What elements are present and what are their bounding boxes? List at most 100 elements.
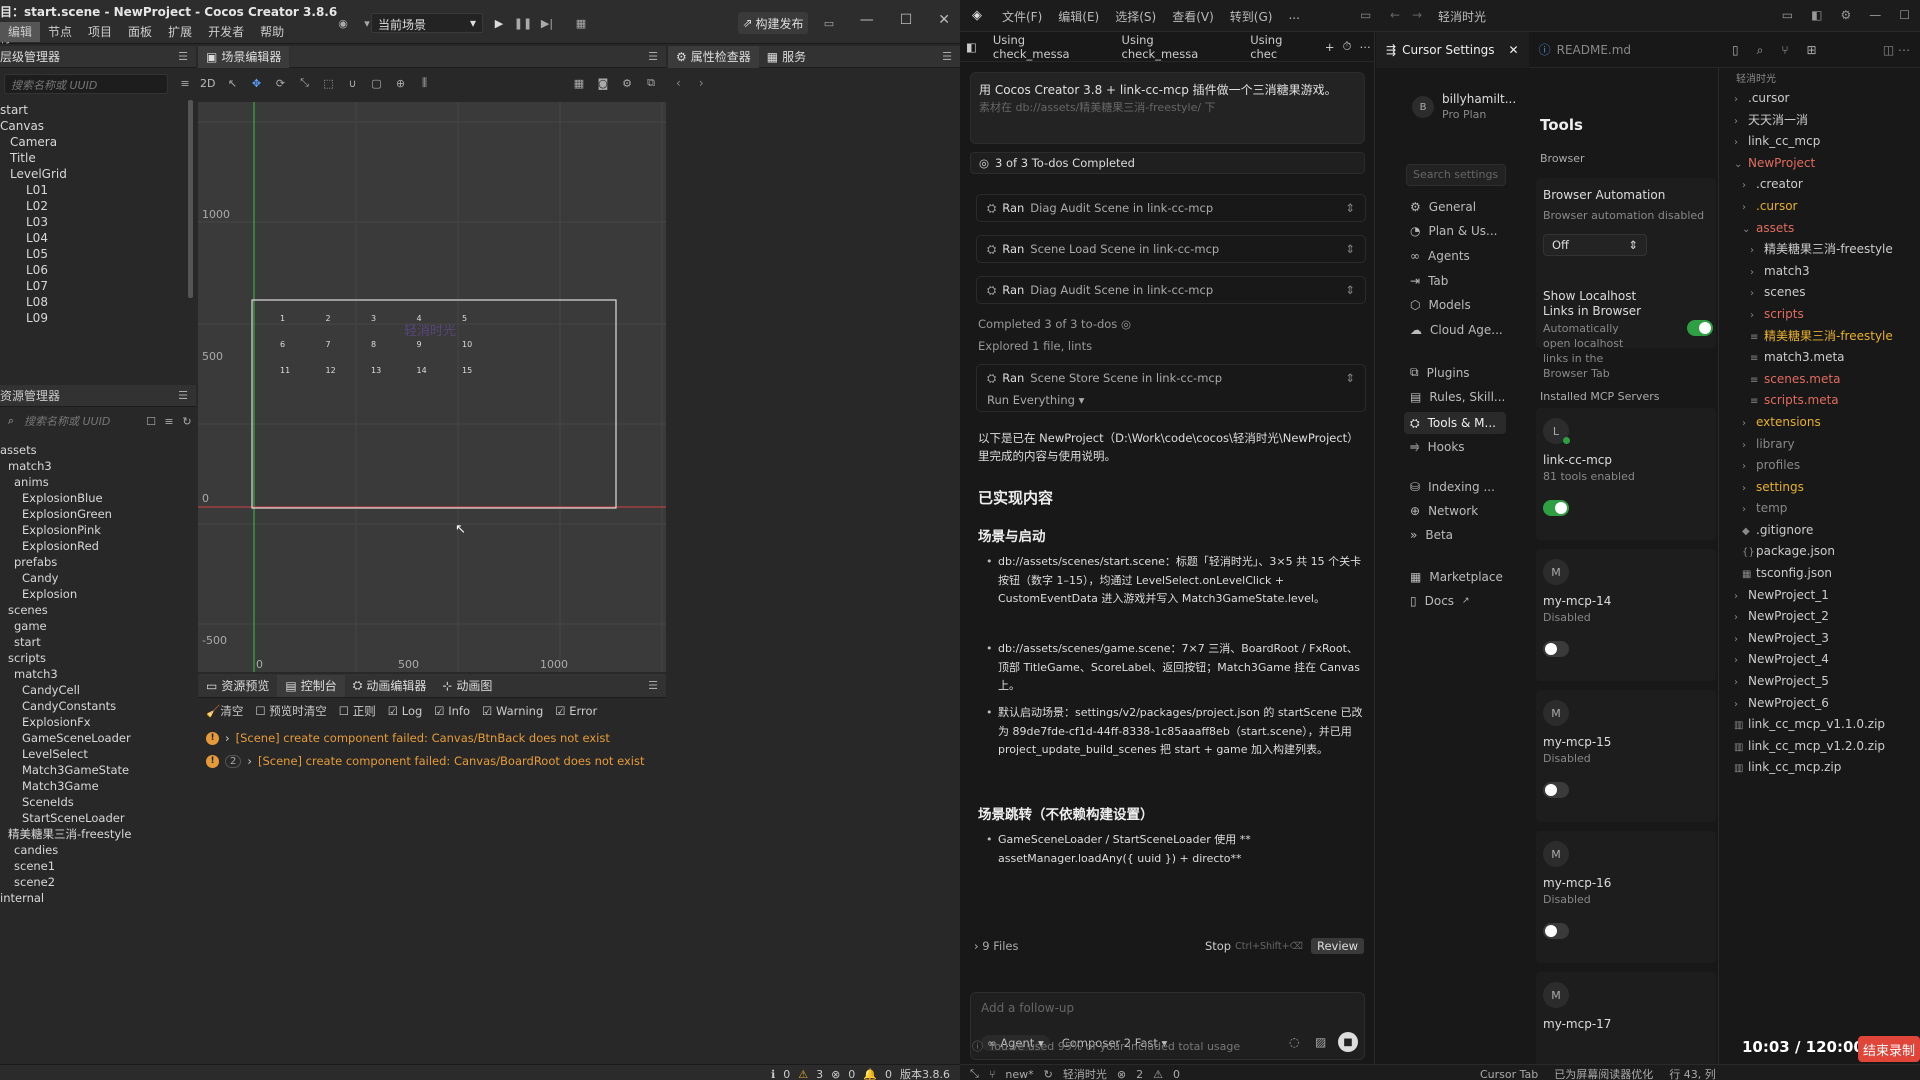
- level-button-label[interactable]: 10: [462, 340, 472, 349]
- tree-item[interactable]: assets: [0, 442, 131, 458]
- message-count[interactable]: 0: [885, 1068, 892, 1080]
- grid-icon[interactable]: ▦: [574, 16, 588, 30]
- tab-console[interactable]: ▤ 控制台: [277, 674, 345, 697]
- back-icon[interactable]: ‹: [676, 76, 681, 90]
- layout-icon[interactable]: ▭: [1782, 8, 1793, 22]
- tab-scene-editor[interactable]: ▣ 场景编辑器: [198, 45, 290, 68]
- folder-item[interactable]: › 精美糖果三消-freestyle: [1734, 239, 1920, 261]
- run-everything-dropdown[interactable]: Run Everything ▾: [987, 393, 1084, 407]
- align-icon[interactable]: ⫼: [417, 76, 431, 90]
- rotate-icon[interactable]: ⟳: [273, 76, 287, 90]
- folder-item[interactable]: › match3: [1734, 261, 1920, 283]
- folder-item[interactable]: › NewProject_1: [1734, 585, 1920, 607]
- error-checkbox[interactable]: ☑ Error: [555, 704, 597, 718]
- history-icon[interactable]: ⏱: [1339, 39, 1356, 54]
- tree-item[interactable]: scenes: [0, 602, 131, 618]
- screen-reader-mode[interactable]: 已为屏幕阅读器优化: [1554, 1066, 1653, 1080]
- tree-item[interactable]: ExplosionBlue: [0, 490, 131, 506]
- tool-call-row[interactable]: ⛭ Ran Scene Load Scene in link-cc-mcp ⇕: [976, 235, 1366, 263]
- tree-item[interactable]: prefabs: [0, 554, 131, 570]
- stop-button[interactable]: Stop: [1205, 939, 1231, 953]
- tree-item[interactable]: L09: [0, 310, 67, 326]
- stop-icon[interactable]: ■: [1338, 1032, 1358, 1052]
- console-log-line[interactable]: ! › [Scene] create component failed: Can…: [206, 729, 610, 747]
- tab-inspector[interactable]: ⚙ 属性检查器: [668, 45, 759, 68]
- chat-panel-icon[interactable]: ◧: [960, 40, 983, 54]
- close-icon[interactable]: ✕: [938, 12, 950, 28]
- tree-item[interactable]: anims: [0, 474, 131, 490]
- tab-readme[interactable]: ⓘ README.md: [1529, 41, 1641, 58]
- tree-item[interactable]: CandyCell: [0, 682, 131, 698]
- level-button-label[interactable]: 7: [326, 340, 331, 349]
- nav-beta[interactable]: » Beta: [1410, 528, 1453, 542]
- project-name[interactable]: 轻消时光: [1063, 1066, 1107, 1080]
- menu-icon[interactable]: ☰: [176, 389, 190, 403]
- menu-project[interactable]: 项目: [80, 22, 120, 42]
- file-item[interactable]: ≡ match3.meta: [1734, 347, 1920, 369]
- info-count[interactable]: 0: [783, 1068, 790, 1080]
- tree-item[interactable]: scene1: [0, 858, 131, 874]
- folder-item[interactable]: › settings: [1734, 477, 1920, 499]
- tree-item[interactable]: 精美糖果三消-freestyle: [0, 826, 131, 842]
- level-button-label[interactable]: 13: [371, 366, 381, 375]
- tree-item[interactable]: match3: [0, 458, 131, 474]
- folder-item[interactable]: › library: [1734, 434, 1920, 456]
- tool-call-row[interactable]: ⛭ Ran Scene Store Scene in link-cc-mcp ⇕ Ru…: [976, 364, 1366, 412]
- file-item[interactable]: ≡ scripts.meta: [1734, 390, 1920, 412]
- level-button-label[interactable]: 5: [462, 314, 467, 323]
- source-control-icon[interactable]: ⑂: [1781, 43, 1788, 57]
- play-icon[interactable]: ▶: [492, 16, 506, 30]
- nav-marketplace[interactable]: ▦ Marketplace: [1410, 570, 1503, 584]
- grid-toggle-icon[interactable]: ▦: [572, 76, 586, 90]
- warning-checkbox[interactable]: ☑ Warning: [482, 704, 543, 718]
- tree-item[interactable]: LevelSelect: [0, 746, 131, 762]
- folder-item[interactable]: › .creator: [1734, 174, 1920, 196]
- pivot-icon[interactable]: ⊕: [393, 76, 407, 90]
- scene-viewport[interactable]: 1000 500 0 -500 0 500 1000 轻消时光 12345678…: [198, 102, 666, 672]
- build-button[interactable]: ⇗ 构建发布: [738, 12, 808, 34]
- folder-item[interactable]: › NewProject_4: [1734, 649, 1920, 671]
- cursor-tab-status[interactable]: Cursor Tab: [1480, 1068, 1538, 1080]
- error-count[interactable]: 0: [848, 1068, 855, 1080]
- checkbox-icon[interactable]: ☐: [144, 414, 158, 428]
- folder-item[interactable]: ⌄ NewProject: [1734, 153, 1920, 175]
- menu-icon[interactable]: ☰: [940, 50, 954, 64]
- plus-icon[interactable]: +: [1321, 40, 1339, 54]
- chat-tab[interactable]: Using check_messa: [983, 33, 1112, 61]
- menu-view[interactable]: 查看(V): [1172, 8, 1214, 25]
- scene-title-label[interactable]: 轻消时光: [404, 320, 456, 339]
- files-icon[interactable]: ▯: [1732, 43, 1739, 57]
- level-button-label[interactable]: 6: [280, 340, 285, 349]
- folder-item[interactable]: › temp: [1734, 498, 1920, 520]
- file-item[interactable]: ▥ link_cc_mcp.zip: [1734, 757, 1920, 779]
- folder-item[interactable]: ⌄ assets: [1734, 218, 1920, 240]
- move-icon[interactable]: ✥: [249, 76, 263, 90]
- nav-cloud-agents[interactable]: ☁ Cloud Age...: [1410, 323, 1503, 337]
- tree-item[interactable]: Camera: [0, 134, 67, 150]
- command-center[interactable]: 轻消时光: [1438, 8, 1486, 25]
- tree-item[interactable]: L05: [0, 246, 67, 262]
- todo-summary[interactable]: ◎ 3 of 3 To-dos Completed: [970, 152, 1365, 174]
- tree-item[interactable]: CandyConstants: [0, 698, 131, 714]
- tab-service[interactable]: ▦ 服务: [759, 46, 814, 68]
- step-icon[interactable]: ▶|: [540, 16, 554, 30]
- explored-line[interactable]: Explored 1 file, lints: [978, 337, 1362, 355]
- hierarchy-scrollbar[interactable]: [188, 100, 193, 298]
- chat-icon[interactable]: ▭: [1360, 8, 1371, 22]
- user-prompt[interactable]: 用 Cocos Creator 3.8 + link-cc-mcp 插件做一个三…: [970, 72, 1365, 144]
- tree-item[interactable]: L04: [0, 230, 67, 246]
- folder-item[interactable]: › .cursor: [1734, 196, 1920, 218]
- mode-2d-button[interactable]: 2D: [200, 77, 215, 90]
- file-item[interactable]: ◆ .gitignore: [1734, 520, 1920, 542]
- menu-help[interactable]: 帮助: [252, 22, 292, 42]
- tree-item[interactable]: StartSceneLoader: [0, 810, 131, 826]
- folder-item[interactable]: › NewProject_3: [1734, 628, 1920, 650]
- menu-edit[interactable]: 编辑: [0, 22, 41, 42]
- file-item[interactable]: {}package.json: [1734, 541, 1920, 563]
- tree-item[interactable]: Title: [0, 150, 67, 166]
- bounds-icon[interactable]: ▢: [369, 76, 383, 90]
- nav-plugins[interactable]: ⧉ Plugins: [1410, 365, 1470, 380]
- tree-item[interactable]: L03: [0, 214, 67, 230]
- tab-animation-editor[interactable]: ⛭ 动画编辑器: [345, 675, 435, 697]
- scale-icon[interactable]: ⤡: [297, 76, 311, 90]
